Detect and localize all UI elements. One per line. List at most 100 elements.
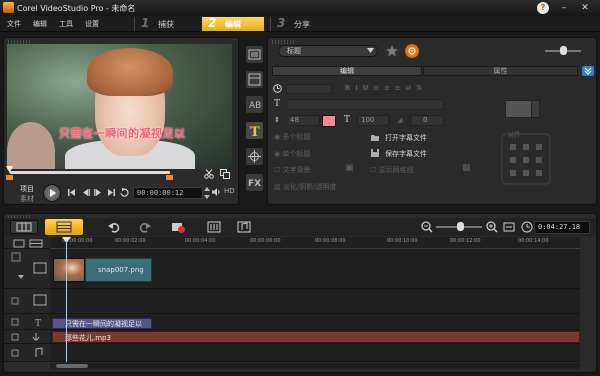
- zoom-out-icon[interactable]: [420, 220, 434, 234]
- video-preview[interactable]: 只需在一瞬间的凝视足以: [7, 44, 232, 169]
- play-button[interactable]: [43, 184, 61, 202]
- voice-track-header[interactable]: [4, 330, 50, 344]
- go-to-end-icon[interactable]: [106, 187, 117, 198]
- menu-edit[interactable]: 编辑: [33, 19, 47, 29]
- alignment-grid[interactable]: 对齐: [500, 130, 552, 185]
- multi-title-option[interactable]: ◉ 多个标题: [274, 132, 310, 142]
- menu-tools[interactable]: 工具: [59, 19, 73, 29]
- go-to-start-icon[interactable]: [66, 187, 77, 198]
- grid-settings-icon[interactable]: ▦: [462, 163, 471, 173]
- ruler-label: 00:00:04:00: [185, 238, 216, 244]
- sound-mixer-icon[interactable]: [206, 220, 221, 234]
- instant-project-icon[interactable]: [246, 71, 263, 88]
- window-title: Corel VideoStudio Pro - 未命名: [17, 4, 136, 13]
- text-preview-box[interactable]: [505, 100, 540, 118]
- subtitle-overlay[interactable]: 只需在一瞬间的凝视足以: [59, 125, 186, 141]
- step-number: 1: [141, 16, 150, 30]
- step-capture-tab[interactable]: 1 捕获: [135, 16, 197, 31]
- save-subtitle-icon[interactable]: [370, 148, 380, 158]
- single-title-option[interactable]: ◉ 单个标题: [274, 149, 310, 159]
- title-category-select[interactable]: 标题: [278, 45, 378, 57]
- fit-project-icon[interactable]: [502, 220, 516, 234]
- ruler-label: 00:00:14:00: [518, 238, 549, 244]
- save-subtitle-file[interactable]: 保存字幕文件: [385, 149, 427, 159]
- overlay-track-header[interactable]: [4, 289, 50, 314]
- next-frame-icon[interactable]: [93, 187, 104, 198]
- project-duration-clock-icon: [520, 220, 534, 234]
- playhead[interactable]: [66, 240, 67, 362]
- open-subtitle-file[interactable]: 打开字幕文件: [385, 133, 427, 143]
- line-spacing-field[interactable]: 100: [357, 115, 389, 126]
- close-button[interactable]: ✕: [579, 2, 591, 14]
- font-select[interactable]: [286, 99, 444, 110]
- menu-settings[interactable]: 设置: [85, 19, 99, 29]
- transition-icon[interactable]: AB: [246, 96, 263, 113]
- font-size-field[interactable]: 48: [286, 115, 320, 126]
- scrollbar-thumb[interactable]: [56, 364, 88, 368]
- collapse-options-button[interactable]: [582, 66, 594, 76]
- menu-file[interactable]: 文件: [7, 19, 21, 29]
- text-background-option[interactable]: ☐ 文字背景: [274, 165, 311, 175]
- image-clip-thumbnail[interactable]: [53, 258, 85, 282]
- previous-frame-icon[interactable]: [80, 187, 91, 198]
- player-timecode[interactable]: 00:00:00:12: [133, 187, 203, 199]
- timeline-view-button[interactable]: [45, 219, 83, 235]
- panel-grip[interactable]: [272, 40, 296, 44]
- project-duration[interactable]: 0:04:27.18: [534, 221, 590, 234]
- title-clip-label: 只需在一瞬间的凝视足以: [65, 320, 142, 328]
- fade-shadow-option[interactable]: ▥ 淡化/阴影/透明度: [274, 182, 337, 192]
- text-color-swatch[interactable]: [322, 115, 336, 127]
- background-settings-icon[interactable]: ▣: [345, 163, 354, 173]
- open-subtitle-icon[interactable]: [370, 132, 380, 142]
- hd-label[interactable]: HD: [224, 187, 235, 195]
- slider-handle[interactable]: [560, 46, 567, 55]
- help-button[interactable]: ?: [537, 2, 549, 14]
- text-style-buttons[interactable]: B I U ≡ ≡ ≡ ⇄ ⇅: [345, 84, 422, 92]
- title-track-header[interactable]: T: [4, 314, 50, 330]
- record-capture-icon[interactable]: [171, 220, 185, 234]
- step-edit-tab[interactable]: 2 编辑: [202, 16, 264, 31]
- zoom-slider-handle[interactable]: [457, 222, 464, 231]
- favorite-icon[interactable]: [385, 44, 399, 58]
- show-grid-option[interactable]: ☐ 显示网格线: [370, 165, 414, 175]
- overlay-track[interactable]: [50, 289, 580, 314]
- app-logo-icon: [3, 2, 14, 13]
- timeline-ruler[interactable]: 00:00:00:00 00:00:02:00 00:00:04:00 00:0…: [50, 237, 580, 249]
- preview-dropdown[interactable]: [531, 101, 539, 117]
- ruler-label: 00:00:12:00: [450, 238, 481, 244]
- title-tool-icon[interactable]: T: [246, 122, 263, 139]
- music-clip[interactable]: [52, 331, 580, 343]
- tab-attributes[interactable]: 属性: [423, 66, 578, 76]
- scrub-bar[interactable]: [10, 171, 170, 174]
- music-track[interactable]: [50, 344, 580, 362]
- music-track-header[interactable]: [4, 344, 50, 362]
- timecode-spinner[interactable]: [204, 186, 210, 200]
- track-header-top: [4, 237, 50, 249]
- step-share-tab[interactable]: 3 分享: [271, 16, 333, 31]
- volume-icon[interactable]: [211, 187, 221, 197]
- repeat-icon[interactable]: [119, 187, 130, 198]
- video-track-header[interactable]: [4, 249, 50, 289]
- timeline-scrollbar[interactable]: [50, 363, 580, 369]
- media-icon[interactable]: [246, 46, 263, 63]
- trim-end-marker[interactable]: [166, 175, 173, 180]
- undo-icon[interactable]: [107, 220, 121, 234]
- duration-field[interactable]: [286, 84, 332, 94]
- copy-icon[interactable]: [220, 169, 230, 179]
- ruler-label: 00:00:02:00: [115, 238, 146, 244]
- mode-clip[interactable]: 素材: [20, 194, 34, 204]
- step-label: 捕获: [158, 20, 174, 29]
- minimize-button[interactable]: –: [558, 2, 570, 14]
- filter-fx-icon[interactable]: FX: [246, 174, 263, 191]
- zoom-in-icon[interactable]: [485, 220, 499, 234]
- auto-music-icon[interactable]: [236, 220, 251, 234]
- tab-edit[interactable]: 编辑: [272, 66, 422, 76]
- storyboard-view-button[interactable]: [10, 220, 38, 234]
- graphic-icon[interactable]: [246, 148, 263, 165]
- scissors-icon[interactable]: [204, 169, 214, 179]
- feature-badge-icon[interactable]: [405, 44, 419, 58]
- redo-icon[interactable]: [138, 220, 152, 234]
- angle-field[interactable]: 0: [410, 115, 444, 126]
- trim-start-marker[interactable]: [6, 175, 13, 180]
- mode-project[interactable]: 项目: [20, 184, 34, 194]
